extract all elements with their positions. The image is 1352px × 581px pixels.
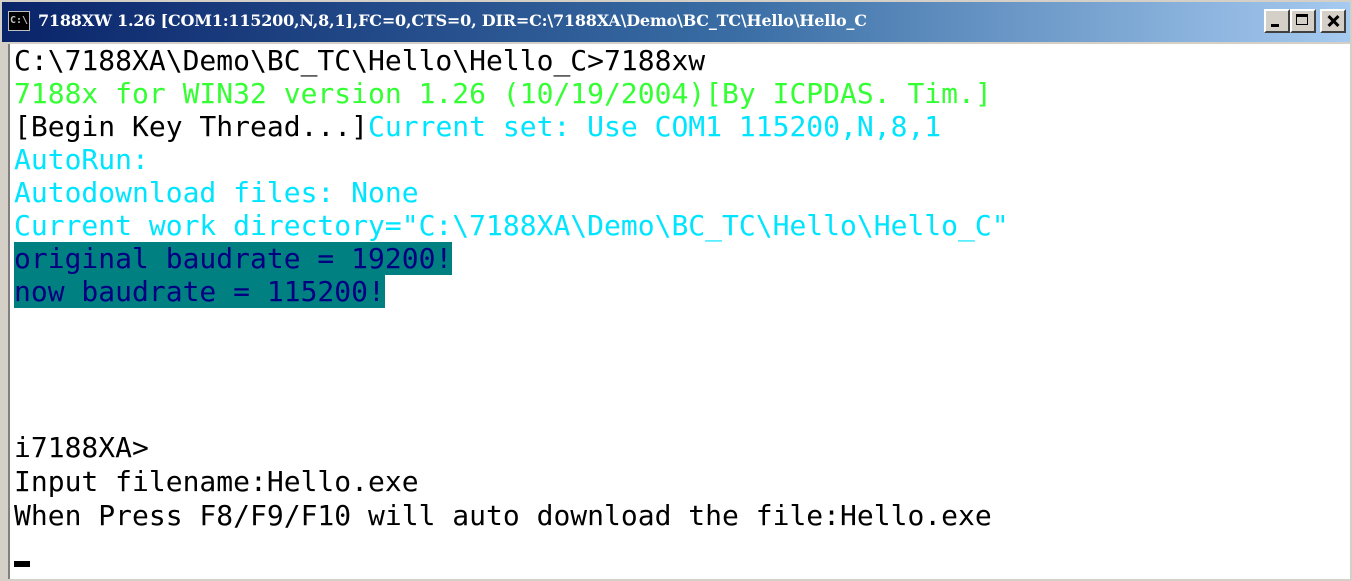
minimize-icon[interactable]	[1264, 9, 1290, 33]
console-line: Input filename:Hello.exe	[14, 465, 419, 498]
console-output[interactable]: C:\7188XA\Demo\BC_TC\Hello\Hello_C>7188x…	[8, 44, 1350, 579]
console-line: Autodownload files: None	[14, 176, 419, 209]
text-cursor	[14, 561, 30, 567]
console-line: C:\7188XA\Demo\BC_TC\Hello\Hello_C>7188x…	[14, 44, 706, 77]
console-line: AutoRun:	[14, 143, 149, 176]
console-window: C:\ 7188XW 1.26 [COM1:115200,N,8,1],FC=0…	[0, 0, 1352, 581]
console-segment: [Begin Key Thread...]	[14, 110, 369, 143]
console-line: Current work directory="C:\7188XA\Demo\B…	[14, 209, 1009, 242]
console-prompt: i7188XA>	[14, 431, 149, 464]
window-title: 7188XW 1.26 [COM1:115200,N,8,1],FC=0,CTS…	[38, 11, 867, 30]
console-segment: Current set: Use COM1 115200,N,8,1	[368, 110, 942, 143]
console-line: When Press F8/F9/F10 will auto download …	[14, 499, 992, 532]
console-line-highlighted: now baudrate = 115200!	[14, 275, 385, 308]
maximize-icon[interactable]	[1290, 9, 1316, 33]
console-icon[interactable]: C:\	[8, 11, 30, 31]
close-icon[interactable]	[1320, 9, 1346, 33]
console-line: [Begin Key Thread...]Current set: Use CO…	[14, 110, 941, 143]
console-line-highlighted: original baudrate = 19200!	[14, 242, 453, 275]
title-bar[interactable]: C:\ 7188XW 1.26 [COM1:115200,N,8,1],FC=0…	[2, 2, 1350, 42]
console-line: 7188x for WIN32 version 1.26 (10/19/2004…	[14, 77, 992, 110]
